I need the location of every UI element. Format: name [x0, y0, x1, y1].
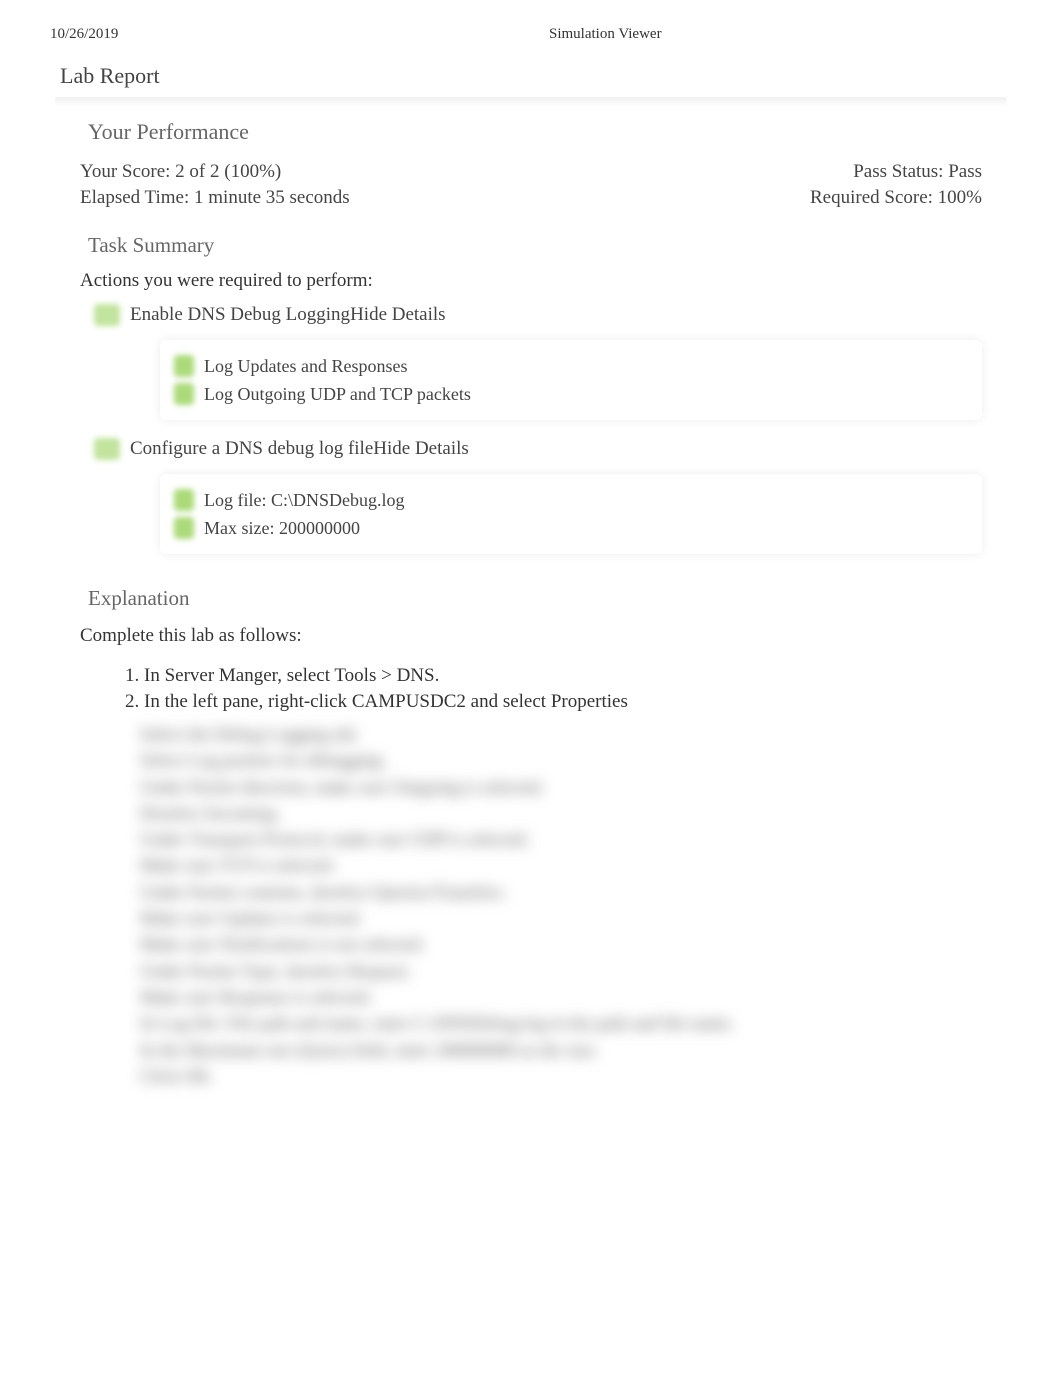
- task-label: Enable DNS Debug Logging: [130, 304, 350, 326]
- blurred-line: Under Packet contents, deselect Queries/…: [140, 879, 982, 905]
- detail-row: Log file: C:\DNSDebug.log: [174, 486, 968, 514]
- blurred-line: Make sure TCP is selected.: [140, 852, 982, 878]
- blurred-line: In the Maximum size (bytes) field, enter…: [140, 1037, 982, 1063]
- check-icon: [174, 489, 194, 511]
- task-row: Enable DNS Debug Logging Hide Details: [80, 300, 982, 334]
- task-label: Configure a DNS debug log file: [130, 438, 373, 460]
- blurred-line: Select Log packets for debugging.: [140, 747, 982, 773]
- step-item: In the left pane, right-click CAMPUSDC2 …: [144, 689, 982, 715]
- hide-details-link[interactable]: Hide Details: [373, 438, 469, 460]
- task-summary-heading: Task Summary: [80, 211, 982, 270]
- blurred-line: Make sure Response is selected.: [140, 984, 982, 1010]
- blurred-line: Click OK.: [140, 1063, 982, 1089]
- required-score: Required Score: 100%: [810, 187, 982, 209]
- check-icon: [174, 517, 194, 539]
- actions-header: Actions you were required to perform:: [80, 270, 982, 300]
- blurred-line: Deselect Incoming.: [140, 800, 982, 826]
- blurred-line: Under Packet direction, make sure Outgoi…: [140, 774, 982, 800]
- blurred-line: Make sure Updates is selected.: [140, 905, 982, 931]
- blurred-line: Under Packet Type, deselect Request.: [140, 958, 982, 984]
- hide-details-link[interactable]: Hide Details: [350, 304, 446, 326]
- task-details: Log file: C:\DNSDebug.log Max size: 2000…: [160, 474, 982, 554]
- blurred-line: Select the Debug Logging tab.: [140, 721, 982, 747]
- detail-row: Log Outgoing UDP and TCP packets: [174, 380, 968, 408]
- detail-text: Max size: 200000000: [204, 518, 360, 539]
- page-title: Lab Report: [0, 43, 1062, 97]
- pass-status: Pass Status: Pass: [853, 161, 982, 183]
- step-item: In Server Manger, select Tools > DNS.: [144, 663, 982, 689]
- check-icon: [94, 438, 120, 460]
- blurred-line: Make sure Notifications is not selected.: [140, 931, 982, 957]
- check-icon: [174, 383, 194, 405]
- header-title: Simulation Viewer: [513, 26, 1012, 43]
- elapsed-time: Elapsed Time: 1 minute 35 seconds: [80, 187, 350, 209]
- task-row: Configure a DNS debug log file Hide Deta…: [80, 434, 982, 468]
- detail-text: Log file: C:\DNSDebug.log: [204, 490, 405, 511]
- explanation-heading: Explanation: [80, 568, 982, 625]
- detail-text: Log Updates and Responses: [204, 356, 407, 377]
- task-details: Log Updates and Responses Log Outgoing U…: [160, 340, 982, 420]
- detail-text: Log Outgoing UDP and TCP packets: [204, 384, 471, 405]
- header-date: 10/26/2019: [50, 26, 513, 43]
- divider: [55, 97, 1007, 107]
- detail-row: Log Updates and Responses: [174, 352, 968, 380]
- blurred-steps: Select the Debug Logging tab. Select Log…: [80, 715, 982, 1089]
- performance-heading: Your Performance: [80, 107, 982, 159]
- explanation-intro: Complete this lab as follows:: [80, 625, 982, 663]
- steps-list: In Server Manger, select Tools > DNS. In…: [80, 663, 982, 715]
- blurred-line: In Log file: File path and name, enter C…: [140, 1010, 982, 1036]
- check-icon: [174, 355, 194, 377]
- check-icon: [94, 304, 120, 326]
- blurred-line: Under Transport Protocol, make sure UDP …: [140, 826, 982, 852]
- score-label: Your Score: 2 of 2 (100%): [80, 161, 281, 183]
- detail-row: Max size: 200000000: [174, 514, 968, 542]
